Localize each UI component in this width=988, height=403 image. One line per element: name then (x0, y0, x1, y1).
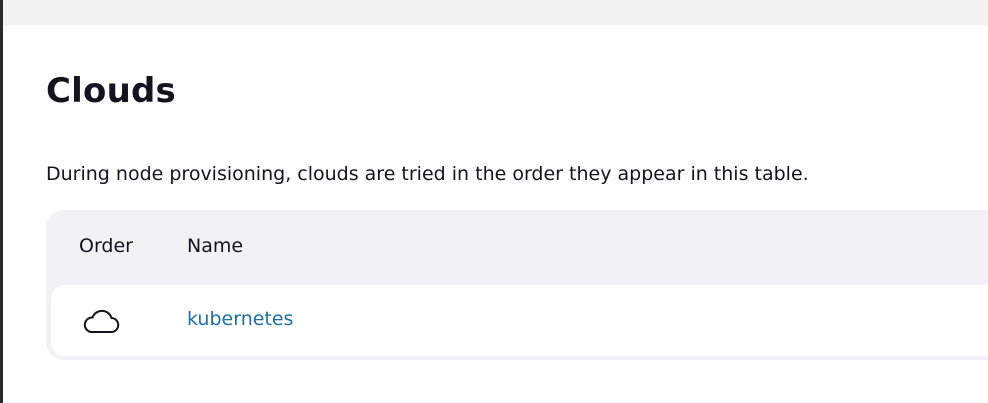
table-header: Order Name (46, 210, 988, 284)
page-description: During node provisioning, clouds are tri… (46, 163, 809, 185)
cloud-link-kubernetes[interactable]: kubernetes (187, 308, 293, 330)
top-bar (3, 0, 988, 25)
column-header-name: Name (187, 235, 244, 257)
clouds-table: Order Name kubernetes (46, 210, 988, 360)
main-content: Clouds During node provisioning, clouds … (3, 25, 988, 403)
cloud-icon (81, 307, 121, 335)
table-row: kubernetes (51, 285, 988, 356)
column-header-order: Order (79, 235, 133, 257)
page-title: Clouds (46, 71, 176, 111)
